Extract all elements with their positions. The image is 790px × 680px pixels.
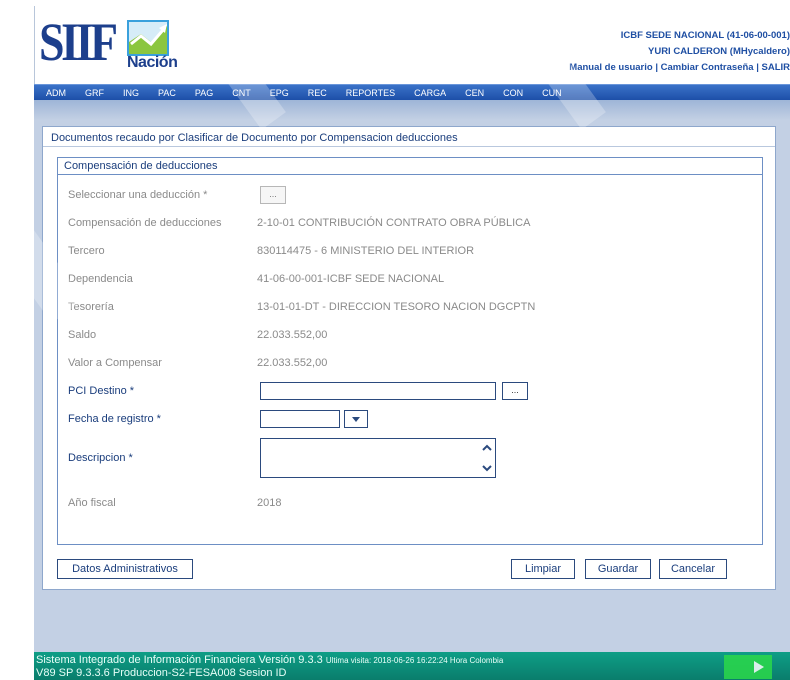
descripcion-textarea[interactable]: [260, 438, 496, 478]
dependencia-value: 41-06-00-001-ICBF SEDE NACIONAL: [257, 273, 445, 285]
section-title: Compensación de deducciones: [58, 158, 762, 175]
app-header: SIIF Nación ICBF SEDE NACIONAL (41-06-00…: [34, 6, 790, 84]
header-links: Manual de usuario | Cambiar Contraseña |…: [569, 60, 790, 76]
menu-item-cun[interactable]: CUN: [542, 88, 562, 98]
cancelar-button[interactable]: Cancelar: [659, 559, 727, 579]
compensacion-value: 2-10-01 CONTRIBUCIÓN CONTRATO OBRA PÚBLI…: [257, 217, 531, 229]
date-dropdown-button[interactable]: [344, 410, 368, 428]
header-user-info: ICBF SEDE NACIONAL (41-06-00-001) YURI C…: [569, 28, 790, 76]
footer-line-1: Sistema Integrado de Información Financi…: [36, 654, 503, 666]
saldo-label: Saldo: [68, 329, 97, 341]
descripcion-label: Descripcion *: [68, 452, 133, 464]
logout-link[interactable]: SALIR: [762, 62, 790, 73]
title-divider: [43, 146, 775, 147]
valor-label: Valor a Compensar: [68, 357, 162, 369]
guardar-button[interactable]: Guardar: [585, 559, 651, 579]
menu-item-ing[interactable]: ING: [123, 88, 139, 98]
pci-destino-input[interactable]: [260, 382, 496, 400]
compensacion-label: Compensación de deducciones: [68, 217, 222, 229]
saldo-value: 22.033.552,00: [257, 329, 328, 341]
menu-item-carga[interactable]: CARGA: [414, 88, 446, 98]
valor-value: 22.033.552,00: [257, 357, 328, 369]
menu-item-epg[interactable]: EPG: [270, 88, 289, 98]
user-label: YURI CALDERON (MHycaldero): [648, 46, 790, 57]
entity-label: ICBF SEDE NACIONAL (41-06-00-001): [620, 30, 790, 41]
menu-item-cnt[interactable]: CNT: [232, 88, 251, 98]
dependencia-label: Dependencia: [68, 273, 133, 285]
link-separator: |: [652, 62, 661, 73]
pci-search-button[interactable]: ...: [502, 382, 528, 400]
main-top-strip: [34, 100, 790, 120]
arrow-right-icon: [724, 655, 772, 679]
menu-item-grf[interactable]: GRF: [85, 88, 104, 98]
documentos-panel: Documentos recaudo por Clasificar de Doc…: [42, 126, 776, 590]
session-info: V89 SP 9.3.3.6 Produccion-S2-FESA008 Ses…: [36, 667, 287, 679]
last-visit: Ultima visita: 2018-06-26 16:22:24 Hora …: [325, 656, 504, 665]
system-version: Sistema Integrado de Información Financi…: [36, 654, 323, 666]
limpiar-button[interactable]: Limpiar: [511, 559, 575, 579]
scroll-up-icon[interactable]: [482, 443, 492, 453]
menu-item-con[interactable]: CON: [503, 88, 523, 98]
deduccion-label: Seleccionar una deducción *: [68, 189, 208, 201]
tercero-value: 830114475 - 6 MINISTERIO DEL INTERIOR: [257, 245, 475, 257]
tesoreria-label: Tesorería: [68, 301, 114, 313]
menu-item-cen[interactable]: CEN: [465, 88, 484, 98]
main-menu-bar: ADM GRF ING PAC PAG CNT EPG REC REPORTES…: [34, 84, 790, 100]
change-password-link[interactable]: Cambiar Contraseña: [661, 62, 754, 73]
anio-value: 2018: [257, 497, 282, 509]
logo-text: SIIF: [39, 12, 118, 72]
status-footer: Sistema Integrado de Información Financi…: [34, 652, 790, 680]
page-title: Documentos recaudo por Clasificar de Doc…: [51, 132, 458, 144]
menu-item-adm[interactable]: ADM: [46, 88, 66, 98]
fecha-label: Fecha de registro *: [68, 413, 161, 425]
main-content-area: Documentos recaudo por Clasificar de Doc…: [34, 100, 790, 652]
datos-administrativos-button[interactable]: Datos Administrativos: [57, 559, 193, 579]
logo-subtext: Nación: [127, 54, 178, 71]
pci-label: PCI Destino *: [68, 385, 135, 397]
scroll-down-icon[interactable]: [482, 463, 492, 473]
menu-item-reportes[interactable]: REPORTES: [346, 88, 395, 98]
tercero-label: Tercero: [68, 245, 105, 257]
link-separator: |: [753, 62, 762, 73]
menu-item-rec[interactable]: REC: [308, 88, 327, 98]
menu-item-pac[interactable]: PAC: [158, 88, 176, 98]
fecha-registro-input[interactable]: [260, 410, 340, 428]
siif-nacion-logo: SIIF Nación: [39, 12, 179, 72]
menu-item-pag[interactable]: PAG: [195, 88, 213, 98]
manual-link[interactable]: Manual de usuario: [569, 62, 652, 73]
compensacion-fieldset: Compensación de deducciones Seleccionar …: [57, 157, 763, 545]
anio-label: Año fiscal: [68, 497, 116, 509]
tesoreria-value: 13-01-01-DT - DIRECCION TESORO NACION DG…: [257, 301, 536, 313]
select-deduccion-button[interactable]: ...: [260, 186, 286, 204]
